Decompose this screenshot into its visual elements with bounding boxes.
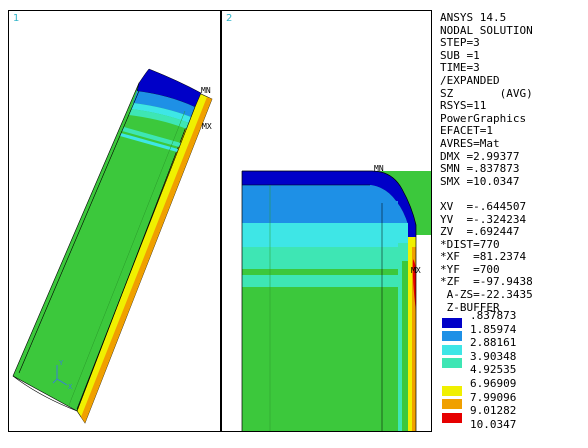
info-line: ANSYS 14.5: [440, 11, 507, 24]
edge-white: [416, 235, 431, 431]
max-label: MX: [411, 266, 421, 275]
legend-value: 2.88161: [470, 336, 517, 350]
model-view-2: MN MX: [241, 164, 431, 431]
max-label: MX: [202, 122, 212, 131]
legend-swatch: [442, 331, 462, 342]
info-line: STEP=3: [440, 36, 480, 50]
legend-value: 9.01282: [470, 404, 517, 418]
legend-value: 1.85974: [470, 322, 517, 336]
info-line: AVRES=Mat: [440, 136, 500, 150]
min-label: MN: [201, 86, 211, 95]
info-line: SMN =.837873: [440, 162, 520, 176]
legend-value: 3.90348: [470, 349, 517, 363]
min-label: MN: [374, 164, 384, 173]
legend-swatch: [442, 317, 462, 328]
model-view-1: Y X MN MX: [12, 68, 213, 424]
viewport-2[interactable]: 2 MN MX: [221, 10, 432, 432]
band-teal: [242, 247, 398, 269]
viewport-number: 1: [13, 13, 20, 24]
legend-swatch: [442, 385, 462, 396]
legend-swatch: [442, 399, 462, 410]
legend-value: 4.92535: [470, 363, 517, 377]
edge-green: [402, 261, 408, 431]
legend-swatch: [442, 344, 462, 355]
info-line: *XF =81.2374: [440, 250, 527, 264]
legend-swatch: [442, 372, 462, 382]
band-green-gap: [242, 269, 398, 275]
band-cyan: [242, 223, 398, 247]
legend-swatch: [442, 358, 462, 369]
info-line: XV =-.644507: [440, 199, 527, 213]
info-line: ZV =.692447: [440, 225, 520, 239]
viewport-1[interactable]: 1 Y X MN MX: [8, 10, 221, 432]
legend-value: 6.96909: [470, 377, 517, 390]
info-line: RSYS=11: [440, 99, 487, 113]
band-light-blue-2: [242, 201, 272, 223]
band-teal-2: [242, 275, 398, 287]
edge-cyan: [398, 223, 408, 243]
legend-swatch: [442, 412, 462, 423]
legend-value: 7.99096: [470, 390, 517, 404]
viewport-number: 2: [226, 13, 233, 24]
info-line: /EXPANDED: [440, 73, 500, 87]
band-light-blue-3: [272, 201, 398, 223]
legend-value: .837873: [470, 309, 517, 322]
info-line: SMX =10.0347: [440, 174, 520, 188]
legend-value: 10.0347: [470, 417, 517, 431]
solution-info-panel: ANSYS 14.5 NODAL SOLUTION STEP=3 SUB =1 TIME…: [440, 11, 586, 314]
info-line: A-ZS=-22.3435: [440, 288, 533, 302]
